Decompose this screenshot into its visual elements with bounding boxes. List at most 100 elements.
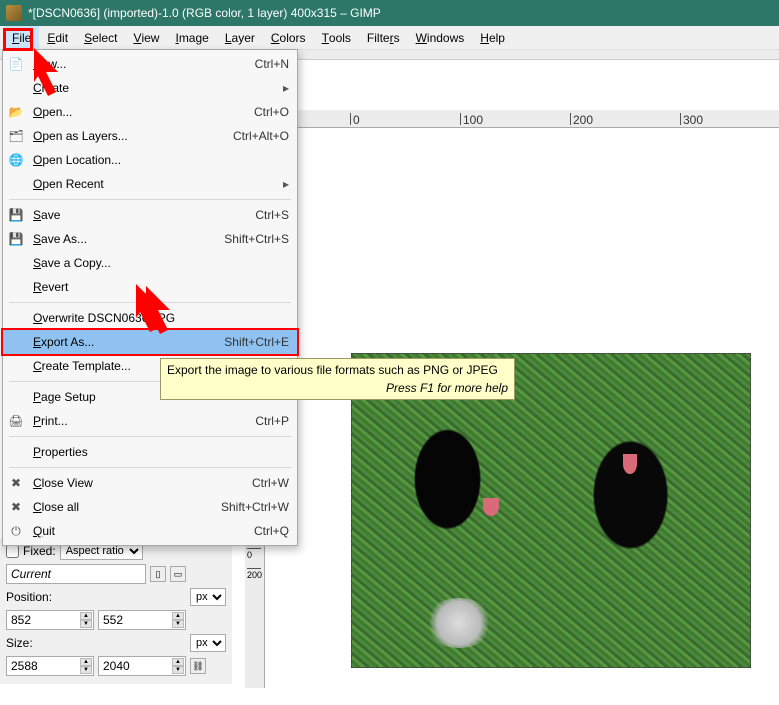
landscape-icon[interactable]: ▭	[170, 566, 186, 582]
blank-icon	[7, 255, 25, 271]
menu-image[interactable]: Image	[167, 26, 216, 49]
globe-icon: 🌐	[7, 152, 25, 168]
save-icon: 💾	[7, 207, 25, 223]
blank-icon	[7, 176, 25, 192]
menu-windows[interactable]: Windows	[408, 26, 473, 49]
image-content	[623, 454, 637, 474]
blank-icon	[7, 334, 25, 350]
size-label: Size:	[6, 636, 186, 650]
file-menu-close-view[interactable]: ✖ Close View Ctrl+W	[3, 471, 297, 495]
quit-icon: ⏻	[7, 523, 25, 539]
menu-item-label: Save As...	[33, 232, 216, 246]
title-bar: *[DSCN0636] (imported)-1.0 (RGB color, 1…	[0, 0, 779, 26]
ruler-horizontal: 0 100 200 300	[270, 110, 779, 128]
file-menu-open-location[interactable]: 🌐 Open Location...	[3, 148, 297, 172]
ruler-tick: 200	[570, 113, 593, 125]
size-h-input[interactable]: 2040▲▼	[98, 656, 186, 676]
menu-help[interactable]: Help	[472, 26, 513, 49]
annotation-arrow-export	[136, 284, 190, 338]
file-menu-save[interactable]: 💾 Save Ctrl+S	[3, 203, 297, 227]
open-icon: 📂	[7, 104, 25, 120]
window-title: *[DSCN0636] (imported)-1.0 (RGB color, 1…	[28, 6, 773, 20]
position-label: Position:	[6, 590, 186, 604]
file-menu-print[interactable]: 🖨 Print... Ctrl+P	[3, 409, 297, 433]
menu-tools[interactable]: Tools	[314, 26, 359, 49]
size-unit-select[interactable]: px	[190, 634, 226, 652]
shortcut-label: Ctrl+Q	[254, 524, 289, 538]
close-icon: ✖	[7, 475, 25, 491]
shortcut-label: Ctrl+O	[254, 105, 289, 119]
menu-bar: FileEditSelectViewImageLayerColorsToolsF…	[0, 26, 779, 50]
shortcut-label: Shift+Ctrl+S	[224, 232, 289, 246]
shortcut-label: Ctrl+W	[252, 476, 289, 490]
menu-colors[interactable]: Colors	[263, 26, 314, 49]
menu-item-label: Quit	[33, 524, 246, 538]
menu-item-label: Close all	[33, 500, 213, 514]
file-menu-open[interactable]: 📂 Open... Ctrl+O	[3, 100, 297, 124]
menu-item-label: Close View	[33, 476, 244, 490]
ruler-tick: 200	[247, 568, 261, 580]
submenu-arrow-icon: ▸	[283, 177, 289, 191]
tool-options-panel: Fixed: Aspect ratio Current ▯ ▭ Position…	[0, 538, 232, 684]
blank-icon	[7, 358, 25, 374]
blank-icon	[7, 279, 25, 295]
canvas-image[interactable]	[351, 353, 751, 668]
portrait-icon[interactable]: ▯	[150, 566, 166, 582]
link-icon[interactable]: ⛓	[190, 658, 206, 674]
layers-icon: 🗂	[7, 128, 25, 144]
menu-layer[interactable]: Layer	[217, 26, 263, 49]
current-field[interactable]: Current	[6, 564, 146, 584]
file-menu-open-as-layers[interactable]: 🗂 Open as Layers... Ctrl+Alt+O	[3, 124, 297, 148]
menu-item-label: Properties	[33, 445, 289, 459]
closeall-icon: ✖	[7, 499, 25, 515]
annotation-arrow-file	[34, 48, 88, 102]
tooltip-help: Press F1 for more help	[167, 381, 508, 395]
ruler-tick: 100	[460, 113, 483, 125]
file-menu-properties[interactable]: Properties	[3, 440, 297, 464]
menu-item-label: Save	[33, 208, 247, 222]
shortcut-label: Shift+Ctrl+W	[221, 500, 289, 514]
export-tooltip: Export the image to various file formats…	[160, 358, 515, 400]
file-menu-close-all[interactable]: ✖ Close all Shift+Ctrl+W	[3, 495, 297, 519]
blank-icon	[7, 444, 25, 460]
blank-icon	[7, 80, 25, 96]
print-icon: 🖨	[7, 413, 25, 429]
menu-item-label: Save a Copy...	[33, 256, 289, 270]
file-menu-quit[interactable]: ⏻ Quit Ctrl+Q	[3, 519, 297, 543]
menu-filters[interactable]: Filters	[359, 26, 408, 49]
menu-item-label: Open as Layers...	[33, 129, 225, 143]
menu-select[interactable]: Select	[76, 26, 125, 49]
shortcut-label: Ctrl+Alt+O	[233, 129, 289, 143]
submenu-arrow-icon: ▸	[283, 81, 289, 95]
gimp-icon	[6, 5, 22, 21]
saveas-icon: 💾	[7, 231, 25, 247]
menu-edit[interactable]: Edit	[39, 26, 76, 49]
blank-icon	[7, 389, 25, 405]
size-w-input[interactable]: 2588▲▼	[6, 656, 94, 676]
shortcut-label: Ctrl+N	[255, 57, 289, 71]
blank-icon	[7, 310, 25, 326]
menu-view[interactable]: View	[125, 26, 167, 49]
shortcut-label: Ctrl+S	[255, 208, 289, 222]
position-x-input[interactable]: 852▲▼	[6, 610, 94, 630]
file-menu-open-recent[interactable]: Open Recent ▸	[3, 172, 297, 196]
image-content	[424, 598, 494, 648]
ruler-tick: 300	[680, 113, 703, 125]
menu-item-label: Open Location...	[33, 153, 289, 167]
position-unit-select[interactable]: px	[190, 588, 226, 606]
menu-item-label: Open Recent	[33, 177, 275, 191]
position-y-input[interactable]: 552▲▼	[98, 610, 186, 630]
shortcut-label: Ctrl+P	[255, 414, 289, 428]
image-content	[483, 498, 499, 516]
ruler-tick: 0	[350, 113, 360, 125]
fixed-checkbox[interactable]	[6, 545, 19, 558]
file-menu-save-a-copy[interactable]: Save a Copy...	[3, 251, 297, 275]
ruler-tick: 0	[247, 548, 261, 560]
file-menu-save-as[interactable]: 💾 Save As... Shift+Ctrl+S	[3, 227, 297, 251]
shortcut-label: Shift+Ctrl+E	[224, 335, 289, 349]
menu-item-label: Print...	[33, 414, 247, 428]
tooltip-text: Export the image to various file formats…	[167, 363, 508, 377]
doc-icon: 📄	[7, 56, 25, 72]
menu-item-label: Open...	[33, 105, 246, 119]
menu-file[interactable]: File	[4, 26, 39, 49]
